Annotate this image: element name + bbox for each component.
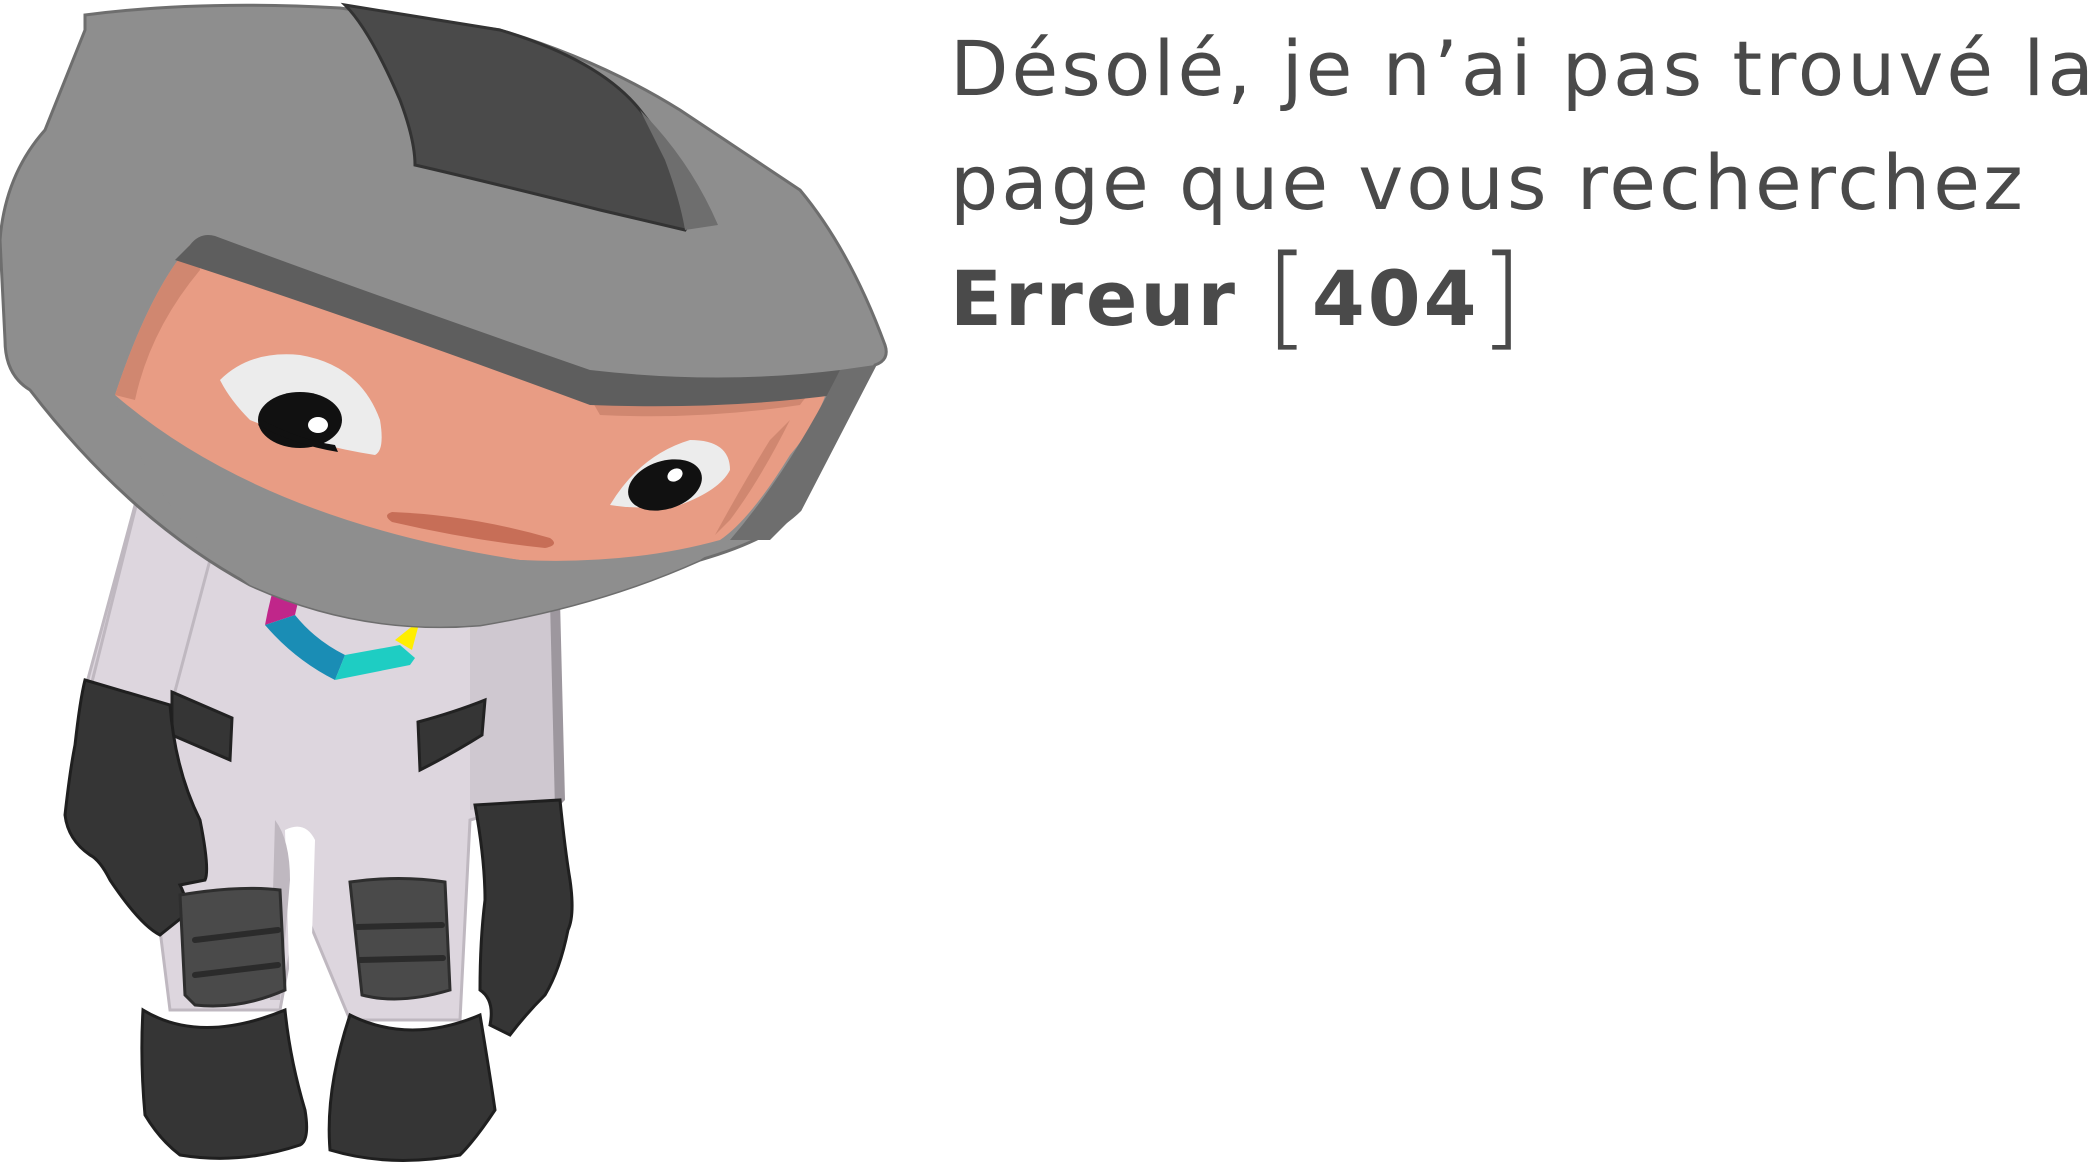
error-message-line-2: page que vous recherchez: [950, 138, 2026, 227]
error-message-line-1: Désolé, je n’ai pas trouvé la: [950, 24, 2097, 113]
error-label: Erreur: [950, 254, 1239, 343]
boots: [140, 1007, 497, 1162]
error-404-page: Désolé, je n’ai pas trouvé la page que v…: [0, 0, 2100, 1167]
sad-astronaut-illustration: [0, 2, 888, 1162]
error-close-bracket: ]: [1479, 232, 1527, 362]
error-open-bracket: [: [1265, 232, 1312, 362]
error-message: Désolé, je n’ai pas trouvé la page que v…: [950, 12, 2097, 356]
error-code-line: Erreur [404]: [950, 240, 2090, 356]
error-code: 404: [1311, 254, 1480, 343]
